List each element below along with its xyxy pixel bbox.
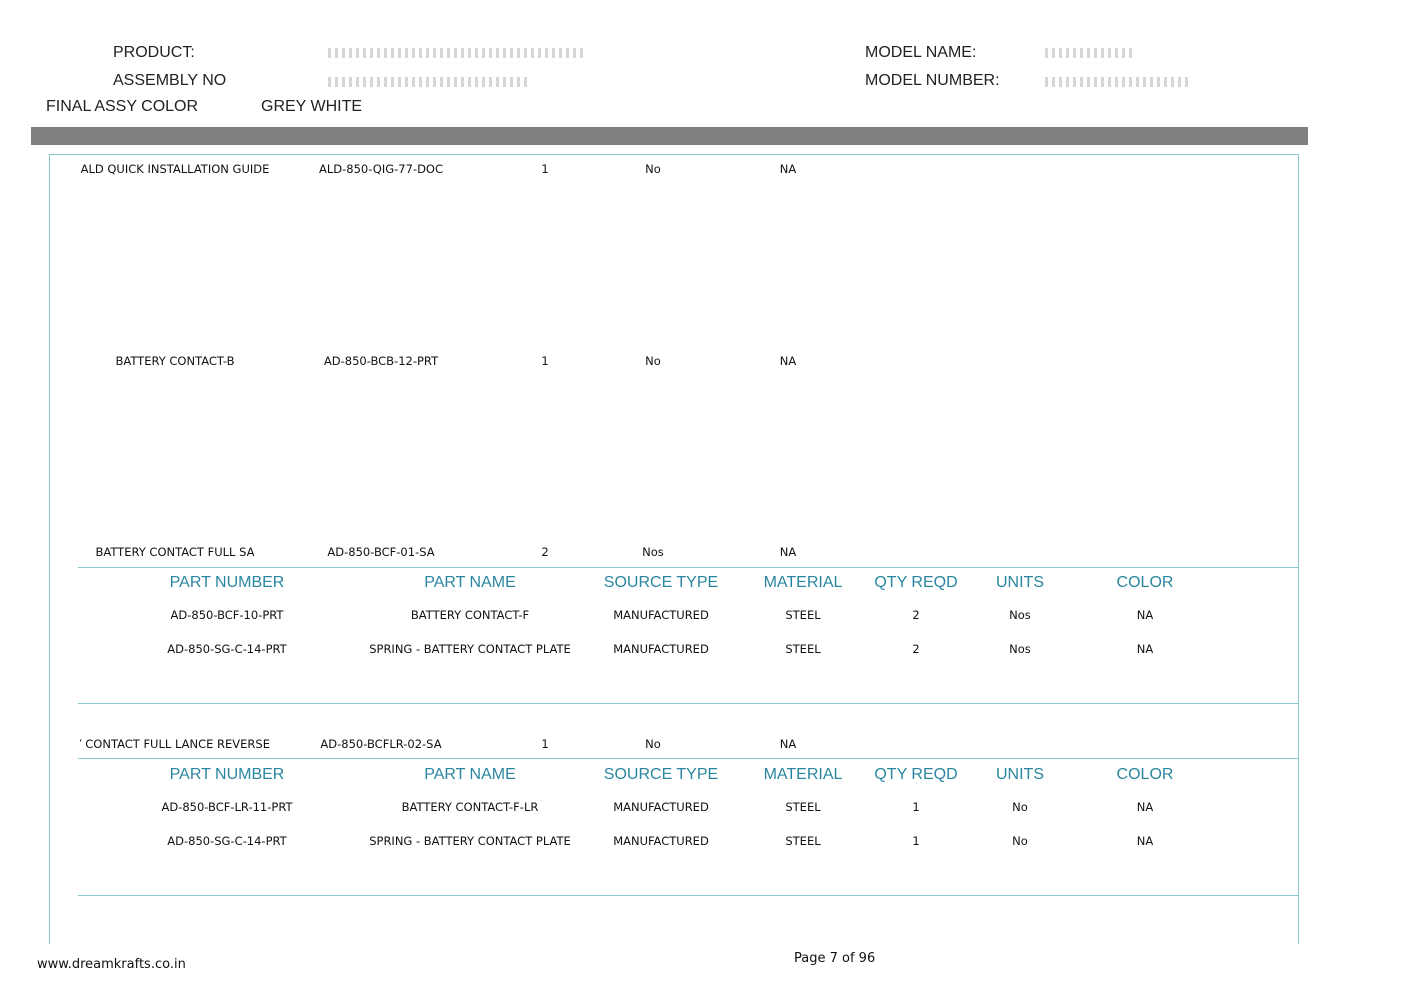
item-qty: 2 [541,545,549,559]
item-name: ALD QUICK INSTALLATION GUIDE [80,162,270,176]
item-name: BATTERY CONTACT FULL LANCE REVERSE [80,737,270,751]
item-part: AD-850-BCB-12-PRT [323,354,439,368]
item-units: No [645,737,661,751]
item-part: ALD-850-QIG-77-DOC [318,162,444,176]
table-divider [78,567,1299,568]
sub-table-cell: AD-850-BCF-LR-11-PRT [161,800,293,814]
table-divider [78,758,1299,759]
item-units: No [645,162,661,176]
item-name: BATTERY CONTACT-B [115,354,235,368]
item-part: AD-850-BCFLR-02-SA [320,737,442,751]
sub-table-cell: NA [1136,800,1154,814]
column-header: COLOR [1116,766,1174,783]
model-name-redacted [1045,48,1135,58]
sub-table-cell: AD-850-SG-C-14-PRT [167,834,287,848]
item-color: NA [779,162,797,176]
table-divider [78,895,1299,896]
column-header: PART NUMBER [169,766,285,783]
sub-table-cell: AD-850-BCF-10-PRT [170,608,284,622]
item-qty: 1 [541,162,549,176]
color-label: FINAL ASSY COLOR [46,98,199,115]
column-header: PART NAME [424,766,516,783]
sub-table-cell: SPRING - BATTERY CONTACT PLATE [369,642,571,656]
table-divider [78,703,1299,704]
item-units: Nos [642,545,664,559]
item-qty: 1 [541,354,549,368]
column-header: COLOR [1116,574,1174,591]
column-header: PART NAME [424,574,516,591]
sub-table-cell: AD-850-SG-C-14-PRT [167,642,287,656]
item-units: No [645,354,661,368]
page-number: Page 7 of 96 [794,951,876,966]
model-number-label: MODEL NUMBER: [865,72,1000,89]
item-qty: 1 [541,737,549,751]
sub-table-cell: BATTERY CONTACT-F-LR [401,800,539,814]
sub-table-cell: NA [1136,834,1154,848]
product-value-redacted [328,48,583,58]
model-name-label: MODEL NAME: [865,44,977,61]
color-value: GREY WHITE [261,98,363,115]
assembly-value-redacted [328,77,528,87]
footer-website[interactable]: www.dreamkrafts.co.in [37,957,186,972]
sub-table-cell: NA [1136,608,1154,622]
sub-table-cell: SPRING - BATTERY CONTACT PLATE [369,834,571,848]
column-header: PART NUMBER [169,574,285,591]
model-number-redacted [1045,77,1190,87]
item-name: BATTERY CONTACT FULL SA [95,545,255,559]
product-label: PRODUCT: [113,44,195,61]
sub-table-cell: NA [1136,642,1154,656]
header-divider-bar [31,127,1308,145]
item-part: AD-850-BCF-01-SA [327,545,435,559]
item-color: NA [779,737,797,751]
item-color: NA [779,354,797,368]
sub-table-cell: BATTERY CONTACT-F [410,608,530,622]
assembly-label: ASSEMBLY NO [113,72,227,89]
item-color: NA [779,545,797,559]
